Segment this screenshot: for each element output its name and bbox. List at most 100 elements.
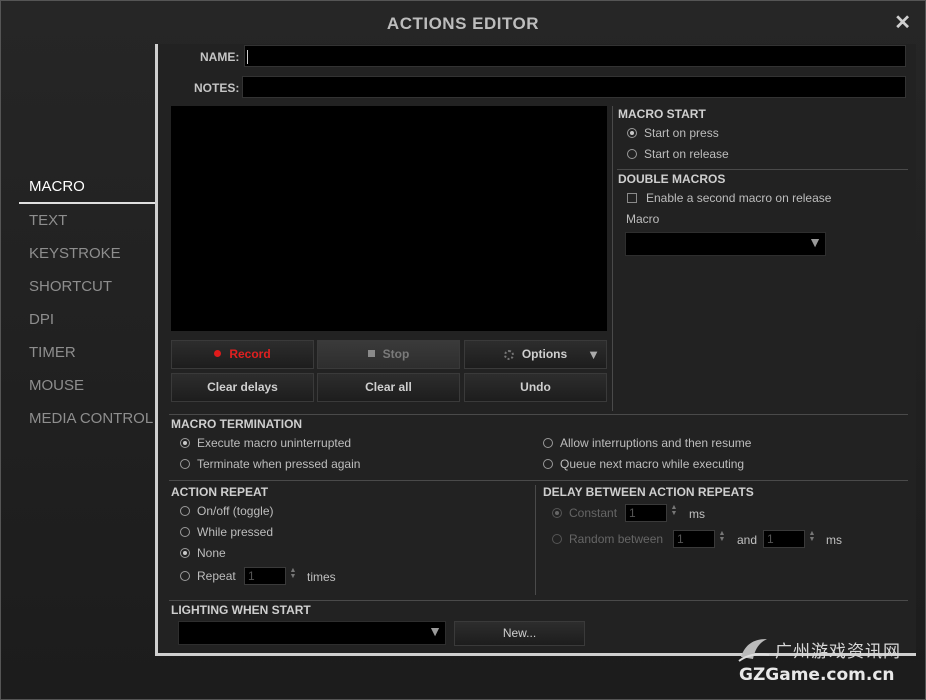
- notes-field[interactable]: [242, 76, 906, 98]
- stop-icon: [367, 350, 375, 358]
- radio-icon: [180, 570, 190, 581]
- option-label: Terminate when pressed again: [197, 457, 361, 471]
- option-label: Repeat: [197, 569, 236, 583]
- notes-label: NOTES:: [194, 81, 240, 95]
- sidebar-item-text[interactable]: TEXT: [19, 204, 156, 237]
- start-on-release-option[interactable]: Start on release: [627, 147, 729, 161]
- name-field[interactable]: [244, 45, 906, 67]
- and-label: and: [737, 533, 758, 547]
- radio-selected-icon: [180, 437, 190, 448]
- constant-unit-label: ms: [689, 507, 705, 521]
- text-caret: [247, 50, 248, 64]
- divider: [169, 414, 908, 415]
- lighting-title: LIGHTING WHEN START: [171, 603, 311, 617]
- repeat-option[interactable]: Repeat: [180, 569, 236, 583]
- record-label: Record: [229, 347, 271, 361]
- delay-repeats-title: DELAY BETWEEN ACTION REPEATS: [543, 485, 754, 499]
- radio-selected-icon: [552, 507, 562, 518]
- sidebar-item-keystroke[interactable]: KEYSTROKE: [19, 237, 156, 270]
- record-icon: [214, 350, 222, 358]
- clear-all-button[interactable]: Clear all: [317, 373, 460, 402]
- divider: [169, 480, 908, 481]
- toggle-repeat-option[interactable]: On/off (toggle): [180, 504, 274, 518]
- double-macros-title: DOUBLE MACROS: [618, 172, 726, 186]
- random-unit-label: ms: [826, 533, 842, 547]
- option-label: Execute macro uninterrupted: [197, 436, 352, 450]
- radio-icon: [627, 148, 637, 159]
- stop-label: Stop: [382, 347, 410, 361]
- none-repeat-option[interactable]: None: [180, 546, 226, 560]
- option-label: Start on release: [644, 147, 729, 161]
- macro-events-list[interactable]: [171, 106, 607, 331]
- constant-delay-option[interactable]: Constant: [552, 506, 617, 520]
- spinner-arrows-icon[interactable]: ▲ ▼: [808, 530, 816, 543]
- options-label: Options: [521, 347, 568, 361]
- undo-button[interactable]: Undo: [464, 373, 607, 402]
- radio-icon: [543, 458, 553, 469]
- gear-icon: [503, 349, 514, 360]
- option-label: None: [197, 546, 226, 560]
- option-label: Start on press: [644, 126, 719, 140]
- dropdown-arrow-icon: ▼: [808, 234, 822, 250]
- window-title: ACTIONS EDITOR: [386, 14, 540, 33]
- watermark-en-text: GZGame.com.cn: [739, 665, 895, 685]
- random-delay-option[interactable]: Random between: [552, 532, 663, 546]
- options-button[interactable]: Options ▼: [464, 340, 607, 369]
- stop-button[interactable]: Stop: [317, 340, 460, 369]
- actions-editor-window: ACTIONS EDITOR ✕ MACRO TEXT KEYSTROKE SH…: [0, 0, 926, 700]
- watermark: 广州游戏资讯网 GZGame.com.cn: [735, 631, 925, 697]
- allow-interruptions-option[interactable]: Allow interruptions and then resume: [543, 436, 751, 450]
- new-lighting-button[interactable]: New...: [454, 621, 585, 646]
- terminate-when-pressed-option[interactable]: Terminate when pressed again: [180, 457, 360, 471]
- spinner-arrows-icon[interactable]: ▲ ▼: [718, 530, 726, 543]
- macro-start-title: MACRO START: [618, 107, 706, 121]
- execute-uninterrupted-option[interactable]: Execute macro uninterrupted: [180, 436, 351, 450]
- radio-icon: [552, 533, 562, 544]
- clear-delays-button[interactable]: Clear delays: [171, 373, 314, 402]
- close-icon[interactable]: ✕: [894, 13, 911, 33]
- macro-termination-title: MACRO TERMINATION: [171, 417, 303, 431]
- radio-icon: [180, 505, 190, 516]
- watermark-logo-icon: [738, 639, 770, 662]
- option-label: On/off (toggle): [197, 504, 274, 518]
- macro-select-label: Macro: [626, 212, 660, 226]
- start-on-press-option[interactable]: Start on press: [627, 126, 719, 140]
- checkbox-icon: [627, 192, 637, 203]
- watermark-cn-text: 广州游戏资讯网: [775, 642, 901, 662]
- sidebar: MACRO TEXT KEYSTROKE SHORTCUT DPI TIMER …: [19, 171, 156, 435]
- while-pressed-option[interactable]: While pressed: [180, 525, 273, 539]
- checkbox-label: Enable a second macro on release: [646, 191, 832, 205]
- queue-next-macro-option[interactable]: Queue next macro while executing: [543, 457, 744, 471]
- radio-icon: [543, 437, 553, 448]
- dropdown-arrow-icon: ▼: [428, 623, 442, 639]
- sidebar-item-media-control[interactable]: MEDIA CONTROL: [19, 402, 156, 435]
- second-macro-select[interactable]: ▼: [625, 232, 826, 256]
- random-min-input[interactable]: 1: [673, 530, 715, 548]
- radio-selected-icon: [627, 127, 637, 138]
- spinner-arrows-icon[interactable]: ▲ ▼: [289, 567, 297, 580]
- random-max-input[interactable]: 1: [763, 530, 805, 548]
- constant-delay-input[interactable]: 1: [625, 504, 667, 522]
- divider: [169, 600, 908, 601]
- sidebar-item-macro[interactable]: MACRO: [19, 171, 156, 204]
- enable-second-macro-checkbox[interactable]: Enable a second macro on release: [627, 191, 831, 205]
- chevron-down-icon: ▼: [587, 347, 600, 362]
- radio-icon: [180, 458, 190, 469]
- sidebar-item-timer[interactable]: TIMER: [19, 336, 156, 369]
- sidebar-item-dpi[interactable]: DPI: [19, 303, 156, 336]
- option-label: Random between: [569, 532, 664, 546]
- repeat-count-input[interactable]: 1: [244, 567, 286, 585]
- lighting-select[interactable]: ▼: [178, 621, 446, 645]
- divider: [617, 169, 908, 170]
- divider: [535, 485, 536, 595]
- record-button[interactable]: Record: [171, 340, 314, 369]
- spinner-arrows-icon[interactable]: ▲ ▼: [670, 504, 678, 517]
- action-repeat-title: ACTION REPEAT: [171, 485, 269, 499]
- divider: [612, 106, 613, 411]
- option-label: Allow interruptions and then resume: [560, 436, 752, 450]
- radio-selected-icon: [180, 547, 190, 558]
- sidebar-item-shortcut[interactable]: SHORTCUT: [19, 270, 156, 303]
- name-label: NAME:: [200, 50, 240, 64]
- option-label: Constant: [569, 506, 618, 520]
- sidebar-item-mouse[interactable]: MOUSE: [19, 369, 156, 402]
